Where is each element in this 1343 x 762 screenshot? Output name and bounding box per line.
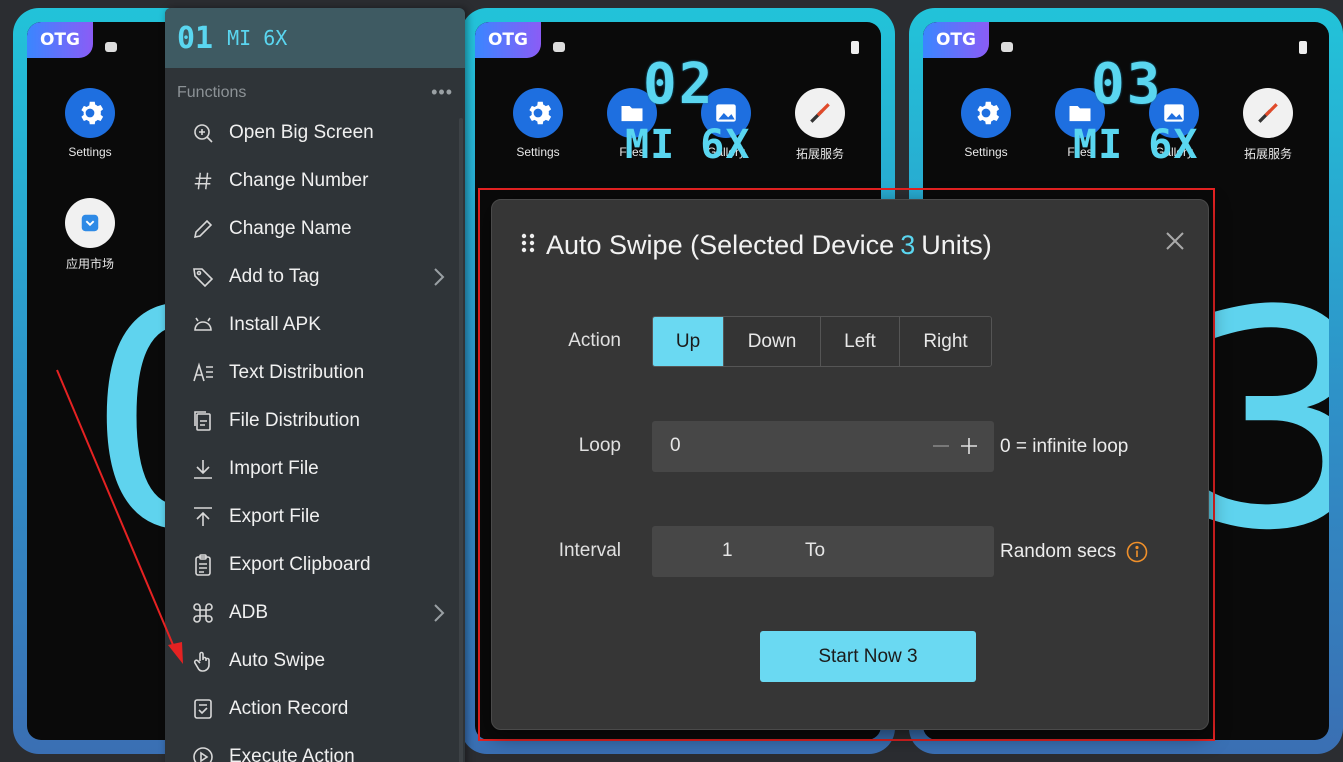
close-icon[interactable] bbox=[1164, 230, 1186, 257]
start-now-button[interactable]: Start Now 3 bbox=[760, 631, 976, 682]
interval-from-value[interactable]: 1 bbox=[722, 540, 733, 562]
drag-handle-icon[interactable] bbox=[520, 230, 536, 261]
interval-to-label: To bbox=[805, 540, 826, 561]
loop-value: 0 bbox=[670, 435, 681, 456]
interval-hint: Random secs bbox=[1000, 541, 1148, 563]
plus-icon[interactable] bbox=[960, 437, 978, 460]
interval-hint-text: Random secs bbox=[1000, 541, 1117, 562]
loop-label: Loop bbox=[578, 435, 621, 456]
action-right-button[interactable]: Right bbox=[899, 317, 991, 366]
interval-label: Interval bbox=[558, 540, 621, 561]
title-device-count: 3 bbox=[900, 230, 916, 260]
loop-stepper[interactable]: 0 bbox=[652, 421, 994, 472]
action-down-button[interactable]: Down bbox=[723, 317, 820, 366]
action-up-button[interactable]: Up bbox=[653, 317, 723, 366]
title-prefix: Auto Swipe (Selected Device bbox=[546, 230, 895, 260]
minus-icon[interactable] bbox=[932, 437, 950, 460]
dialog-title: Auto Swipe (Selected Device 3 Units) bbox=[520, 230, 992, 261]
auto-swipe-dialog[interactable]: Auto Swipe (Selected Device 3 Units) Act… bbox=[491, 199, 1209, 730]
action-label: Action bbox=[568, 330, 621, 351]
action-segmented-control[interactable]: Up Down Left Right bbox=[652, 316, 992, 367]
app-stage: OTG Settings 应用市场 0 OTG bbox=[0, 0, 1343, 762]
loop-hint: 0 = infinite loop bbox=[1000, 436, 1129, 457]
info-icon[interactable] bbox=[1126, 541, 1148, 563]
title-suffix: Units) bbox=[921, 230, 992, 260]
interval-range-input[interactable]: 1 To bbox=[652, 526, 994, 577]
action-left-button[interactable]: Left bbox=[820, 317, 899, 366]
